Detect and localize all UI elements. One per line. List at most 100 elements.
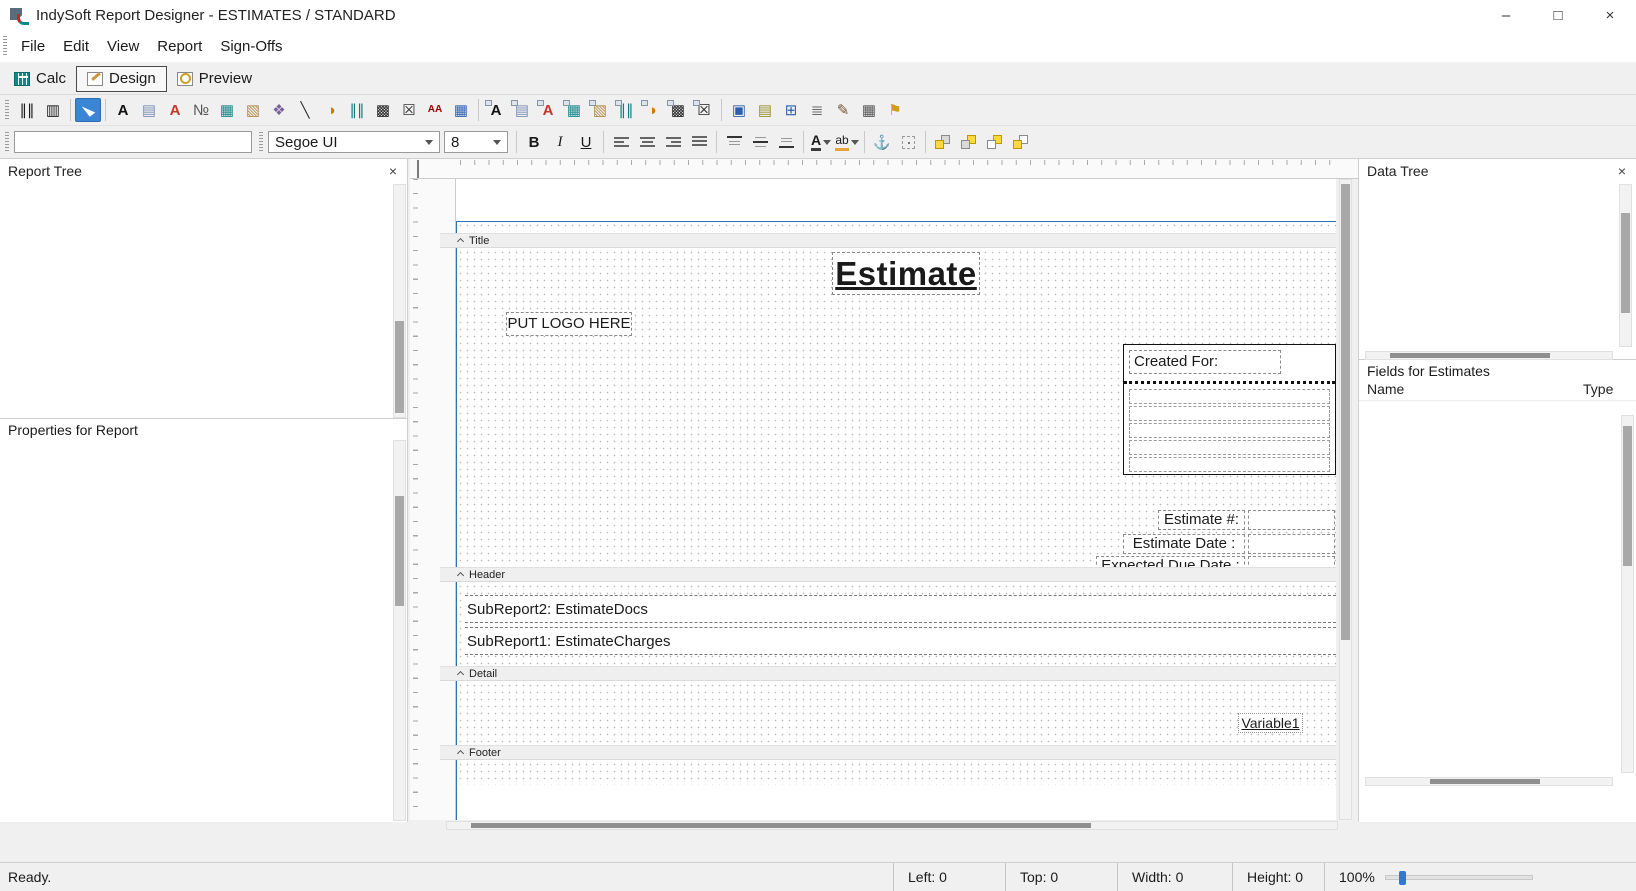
align-right-button[interactable] xyxy=(660,130,686,154)
band-strip-detail[interactable]: Detail xyxy=(440,666,1336,681)
canvas-vertical-scrollbar[interactable] xyxy=(1339,179,1352,820)
variable1-element[interactable]: Variable1 xyxy=(1238,713,1303,733)
tab-design[interactable]: Design xyxy=(76,66,167,92)
move-forward-button[interactable] xyxy=(982,130,1008,154)
collapse-band-icon[interactable] xyxy=(457,671,464,678)
db-barcode-2d-tool-icon[interactable]: ▩ xyxy=(665,98,691,122)
chart-tool-icon[interactable]: ◑ xyxy=(318,98,344,122)
pagebreak-tool-icon[interactable]: ≣ xyxy=(804,98,830,122)
fields-hscrollbar[interactable] xyxy=(1365,777,1613,786)
report-title-label[interactable]: Estimate xyxy=(832,252,980,295)
estimate-date-field[interactable] xyxy=(1248,534,1335,554)
menu-file[interactable]: File xyxy=(12,30,54,63)
font-size-select[interactable]: 8 xyxy=(444,131,508,153)
detail-band-content[interactable]: Variable1 xyxy=(457,682,1336,744)
footer-band-content[interactable] xyxy=(457,761,1336,785)
created-for-label[interactable]: Created For: xyxy=(1129,350,1281,374)
column-header-type[interactable]: Type xyxy=(1583,381,1613,397)
region-tool-icon[interactable]: ▣ xyxy=(726,98,752,122)
richtext-tool-icon[interactable]: A xyxy=(162,98,188,122)
autosize-tool-icon[interactable]: AA xyxy=(422,98,448,122)
italic-button[interactable]: I xyxy=(547,130,573,154)
db-checkbox-tool-icon[interactable]: ☒ xyxy=(691,98,717,122)
subreport-tool-icon[interactable]: ▤ xyxy=(752,98,778,122)
title-band-content[interactable]: Estimate PUT LOGO HERE Created For: Esti… xyxy=(457,249,1336,566)
close-button[interactable]: × xyxy=(1584,0,1636,30)
menu-sign-offs[interactable]: Sign-Offs xyxy=(211,30,291,63)
move-backward-button[interactable] xyxy=(1008,130,1034,154)
anchor-button[interactable]: ⚓ xyxy=(869,130,895,154)
report-tree-scrollbar[interactable] xyxy=(393,184,406,418)
send-to-back-button[interactable] xyxy=(956,130,982,154)
data-tree-hscrollbar[interactable] xyxy=(1365,351,1613,360)
valign-middle-button[interactable] xyxy=(747,130,773,154)
address-field[interactable] xyxy=(1129,457,1330,472)
valign-bottom-button[interactable] xyxy=(773,130,799,154)
address-field[interactable] xyxy=(1129,423,1330,438)
paintbrush-tool-icon[interactable]: ✎ xyxy=(830,98,856,122)
properties-scrollbar[interactable] xyxy=(393,440,406,821)
subreport1-element[interactable]: SubReport1: EstimateCharges xyxy=(465,627,1336,655)
subreport2-element[interactable]: SubReport2: EstimateDocs xyxy=(465,595,1336,623)
label-tool-icon[interactable]: A xyxy=(110,98,136,122)
address-field[interactable] xyxy=(1129,406,1330,421)
image-tool-icon[interactable]: ▧ xyxy=(240,98,266,122)
expression-input[interactable] xyxy=(14,131,252,153)
logo-placeholder-label[interactable]: PUT LOGO HERE xyxy=(506,312,632,336)
system-variable-tool-icon[interactable]: № xyxy=(188,98,214,122)
address-field[interactable] xyxy=(1129,440,1330,455)
checkbox-tool-icon[interactable]: ☒ xyxy=(396,98,422,122)
db-memo-tool-icon[interactable]: ▤ xyxy=(509,98,535,122)
menu-report[interactable]: Report xyxy=(148,30,211,63)
estimate-date-label[interactable]: Estimate Date : xyxy=(1123,534,1245,554)
db-richtext-tool-icon[interactable]: A xyxy=(535,98,561,122)
collapse-band-icon[interactable] xyxy=(457,750,464,757)
highlight-color-button[interactable]: ab xyxy=(834,130,860,154)
underline-button[interactable]: U xyxy=(573,130,599,154)
maximize-button[interactable]: □ xyxy=(1532,0,1584,30)
font-name-select[interactable]: Segoe UI xyxy=(268,131,440,153)
column-header-name[interactable]: Name xyxy=(1367,381,1404,397)
align-left-button[interactable] xyxy=(608,130,634,154)
close-icon[interactable]: × xyxy=(1618,159,1626,184)
table-tool-icon[interactable]: ▦ xyxy=(856,98,882,122)
band-strip-header[interactable]: Header xyxy=(440,567,1336,582)
line-tool-icon[interactable]: ╲ xyxy=(292,98,318,122)
tab-preview[interactable]: Preview xyxy=(167,66,262,92)
menu-edit[interactable]: Edit xyxy=(54,30,98,63)
estimate-number-label[interactable]: Estimate #: xyxy=(1158,510,1245,530)
align-justify-button[interactable] xyxy=(686,130,712,154)
db-barcode-tool-icon[interactable]: ∥∥ xyxy=(613,98,639,122)
collapse-band-icon[interactable] xyxy=(457,238,464,245)
bold-button[interactable]: B xyxy=(521,130,547,154)
align-center-button[interactable] xyxy=(634,130,660,154)
zoom-slider[interactable] xyxy=(1385,875,1533,880)
estimate-number-field[interactable] xyxy=(1248,510,1335,530)
barcode-tool-icon[interactable]: ∥∥ xyxy=(14,98,40,122)
db-text-tool-icon[interactable]: A xyxy=(483,98,509,122)
report-page[interactable]: Title Estimate PUT LOGO HERE Created For… xyxy=(456,179,1336,820)
data-tree-scrollbar[interactable] xyxy=(1619,184,1632,347)
menu-view[interactable]: View xyxy=(98,30,148,63)
band-strip-title[interactable]: Title xyxy=(440,233,1336,248)
db-barcode-grid-tool-icon[interactable]: ▥ xyxy=(40,98,66,122)
crosstab-tool-icon[interactable]: ⊞ xyxy=(778,98,804,122)
fields-scrollbar[interactable] xyxy=(1621,415,1634,773)
collapse-band-icon[interactable] xyxy=(457,572,464,579)
zoom-slider-thumb[interactable] xyxy=(1399,871,1406,885)
db-chart-tool-icon[interactable]: ◑ xyxy=(639,98,665,122)
shape-tool-icon[interactable]: ❖ xyxy=(266,98,292,122)
band-strip-footer[interactable]: Footer xyxy=(440,745,1336,760)
created-for-region[interactable]: Created For: xyxy=(1123,344,1336,475)
select-arrow-tool-icon[interactable] xyxy=(75,98,101,122)
header-band-content[interactable]: SubReport2: EstimateDocs SubReport1: Est… xyxy=(457,583,1336,665)
position-button[interactable] xyxy=(895,130,921,154)
valign-top-button[interactable] xyxy=(721,130,747,154)
db-image-tool-icon[interactable]: ▧ xyxy=(587,98,613,122)
tab-calc[interactable]: Calc xyxy=(4,66,76,92)
map-tool-icon[interactable]: ⚑ xyxy=(882,98,908,122)
address-field[interactable] xyxy=(1129,389,1330,404)
db-calc-tool-icon[interactable]: ▦ xyxy=(561,98,587,122)
font-color-button[interactable]: A xyxy=(808,130,834,154)
canvas-horizontal-scrollbar[interactable] xyxy=(446,821,1338,830)
